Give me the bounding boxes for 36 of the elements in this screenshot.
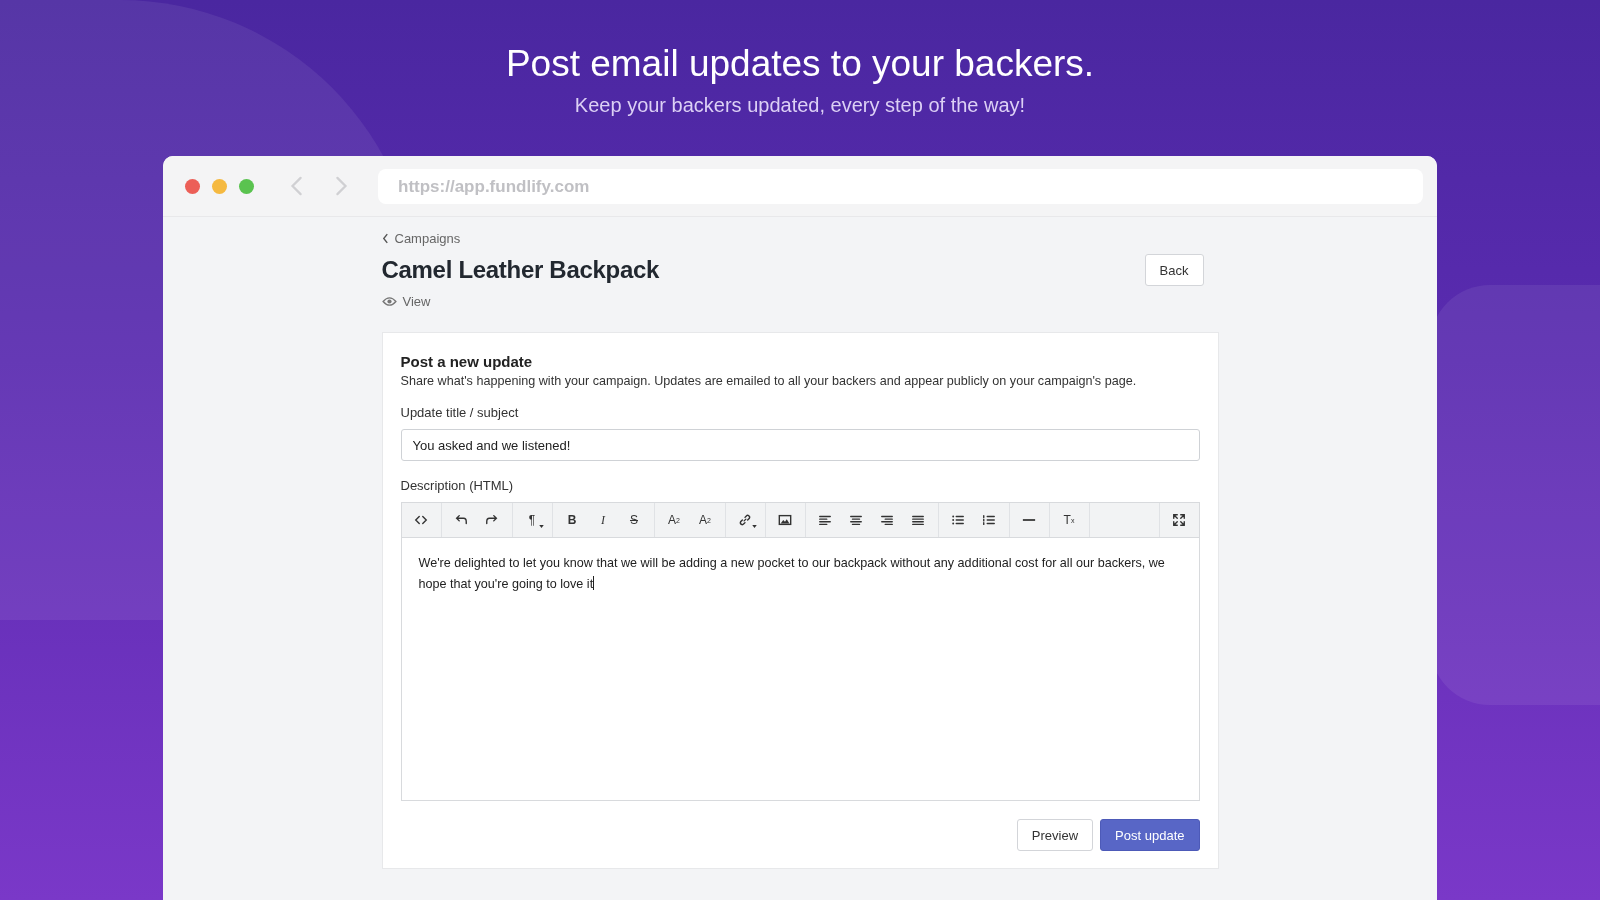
superscript-button[interactable]: A$^{2}$ xyxy=(658,505,690,535)
italic-button[interactable]: I xyxy=(587,505,619,535)
numbered-list-icon xyxy=(982,513,996,527)
view-link[interactable]: View xyxy=(381,294,431,309)
text-cursor xyxy=(593,576,595,590)
page-title: Camel Leather Backpack xyxy=(381,256,660,284)
align-center-icon xyxy=(849,513,863,527)
back-button[interactable]: Back xyxy=(1144,254,1204,286)
justify-icon xyxy=(911,513,925,527)
editor-text-area[interactable]: We're delighted to let you know that we will be adding a new pocket to our backpack without any additional cost for all our backers, we hope that you're going to love it xyxy=(400,537,1200,801)
redo-arrow-icon xyxy=(485,513,499,527)
field-label: Description (HTML) xyxy=(400,478,515,493)
bullet-list-icon xyxy=(951,513,965,527)
bold-button[interactable]: B xyxy=(556,505,588,535)
field-label: Update title / subject xyxy=(400,405,520,420)
card-title: Post a new update xyxy=(400,353,534,370)
image-icon xyxy=(778,513,792,527)
chain-link-icon xyxy=(738,513,752,527)
breadcrumb-link[interactable]: Campaigns xyxy=(381,231,461,246)
preview-button[interactable]: Preview xyxy=(1016,819,1094,851)
editor-text: We're delighted to let you know that we will be adding a new pocket to our backpack without any additional cost for all our backers, we hope that you're going to love it xyxy=(418,555,1166,593)
undo-arrow-icon xyxy=(454,513,468,527)
headline: Post email updates to your backers. xyxy=(505,42,1095,86)
align-left-icon xyxy=(818,513,832,527)
subheadline: Keep your backers updated, every step of the way! xyxy=(574,93,1026,118)
code-icon xyxy=(414,513,428,527)
align-right-icon xyxy=(880,513,894,527)
chevron-left-icon xyxy=(381,233,389,244)
close-window-button[interactable] xyxy=(185,178,200,194)
strikethrough-button[interactable]: S xyxy=(618,505,650,535)
post-button[interactable]: Post update xyxy=(1100,819,1200,851)
eye-icon xyxy=(381,296,397,307)
title-input-field[interactable]: You asked and we listened! xyxy=(400,429,1200,461)
paragraph-button[interactable]: ¶ xyxy=(516,505,548,535)
card-description: Share what's happening with your campaign. Updates are emailed to all your backers and appear publicly on your campaign's page. xyxy=(400,374,1138,388)
expand-icon xyxy=(1172,513,1186,527)
